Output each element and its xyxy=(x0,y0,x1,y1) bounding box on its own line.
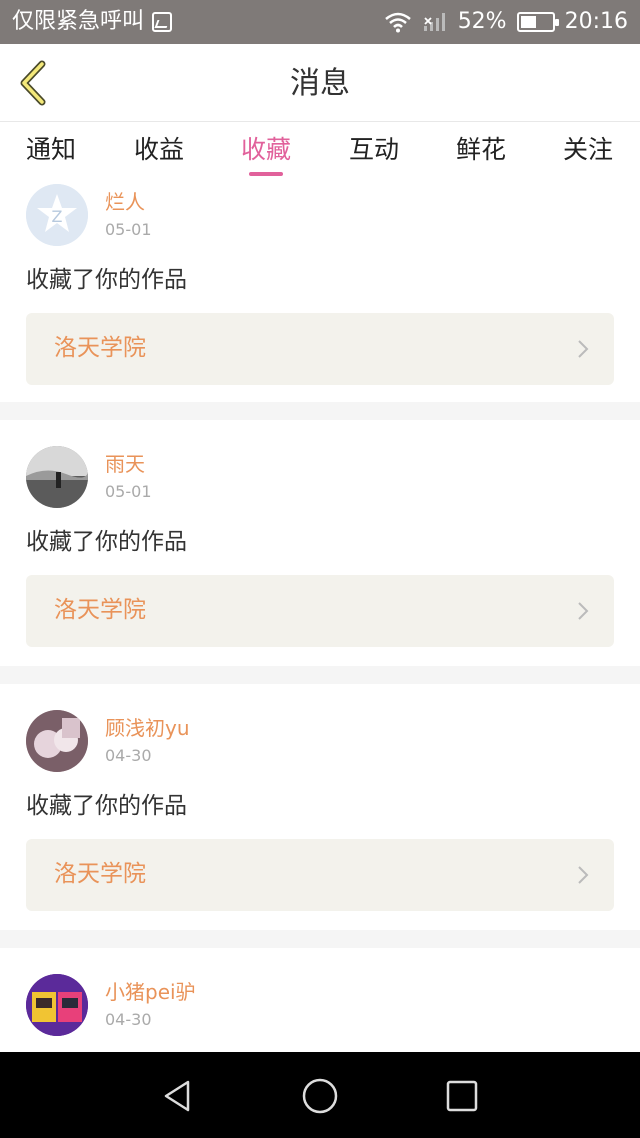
system-nav-bar xyxy=(0,1052,640,1138)
message-list[interactable]: Z 烂人 05-01 收藏了你的作品 洛天学院 雨天 05-01 收藏了你的作品… xyxy=(0,182,640,1052)
signal-icon xyxy=(423,13,445,31)
avatar[interactable] xyxy=(26,446,88,508)
work-link[interactable]: 洛天学院 xyxy=(26,839,614,911)
tab-active-indicator xyxy=(249,172,283,176)
status-left: 仅限紧急呼叫 xyxy=(12,8,173,36)
message-date: 04-30 xyxy=(105,746,152,765)
default-avatar-icon: Z xyxy=(26,184,88,246)
avatar[interactable]: Z xyxy=(26,184,88,246)
username[interactable]: 顾浅初yu xyxy=(105,715,190,741)
tab-earnings[interactable]: 收益 xyxy=(119,134,199,166)
work-title: 洛天学院 xyxy=(54,597,146,623)
work-link[interactable]: 洛天学院 xyxy=(26,575,614,647)
message-date: 05-01 xyxy=(105,482,152,501)
message-date: 04-30 xyxy=(105,1010,152,1029)
home-circle-icon[interactable] xyxy=(300,1076,340,1116)
chevron-right-icon xyxy=(578,602,589,620)
battery-percent: 52% xyxy=(457,9,507,34)
message-text: 收藏了你的作品 xyxy=(26,267,187,293)
tab-interaction[interactable]: 互动 xyxy=(334,134,414,166)
work-title: 洛天学院 xyxy=(54,335,146,361)
battery-icon xyxy=(516,12,559,32)
username[interactable]: 雨天 xyxy=(105,451,145,477)
avatar-photo-icon xyxy=(26,446,88,508)
tab-flowers[interactable]: 鲜花 xyxy=(441,134,521,166)
username[interactable]: 小猪pei驴 xyxy=(105,979,196,1005)
chevron-right-icon xyxy=(578,340,589,358)
wifi-icon xyxy=(384,12,411,33)
recents-square-icon[interactable] xyxy=(442,1076,482,1116)
message-date: 05-01 xyxy=(105,220,152,239)
header: 消息 xyxy=(0,44,640,122)
status-right: 52% 20:16 xyxy=(384,8,628,36)
message-card: Z 烂人 05-01 收藏了你的作品 洛天学院 xyxy=(0,182,640,402)
status-bar: 仅限紧急呼叫 52% 20:16 xyxy=(0,0,640,44)
avatar[interactable] xyxy=(26,974,88,1036)
message-card: 顾浅初yu 04-30 收藏了你的作品 洛天学院 xyxy=(0,684,640,930)
work-link[interactable]: 洛天学院 xyxy=(26,313,614,385)
username[interactable]: 烂人 xyxy=(105,189,145,215)
avatar[interactable] xyxy=(26,710,88,772)
message-card: 小猪pei驴 04-30 xyxy=(0,948,640,1052)
message-text: 收藏了你的作品 xyxy=(26,793,187,819)
tab-notice[interactable]: 通知 xyxy=(11,134,91,166)
work-title: 洛天学院 xyxy=(54,861,146,887)
page-title: 消息 xyxy=(290,66,350,101)
tab-following[interactable]: 关注 xyxy=(548,134,628,166)
carrier-text: 仅限紧急呼叫 xyxy=(12,9,145,34)
svg-text:Z: Z xyxy=(52,207,63,226)
message-text: 收藏了你的作品 xyxy=(26,529,187,555)
chevron-right-icon xyxy=(578,866,589,884)
tab-favorites[interactable]: 收藏 xyxy=(226,134,306,166)
tab-bar: 通知 收益 收藏 互动 鲜花 关注 xyxy=(0,122,640,182)
message-card: 雨天 05-01 收藏了你的作品 洛天学院 xyxy=(0,420,640,666)
image-icon xyxy=(152,12,173,32)
back-triangle-icon[interactable] xyxy=(158,1076,198,1116)
avatar-photo-icon xyxy=(26,974,88,1036)
avatar-photo-icon xyxy=(26,710,88,772)
clock: 20:16 xyxy=(564,9,628,34)
